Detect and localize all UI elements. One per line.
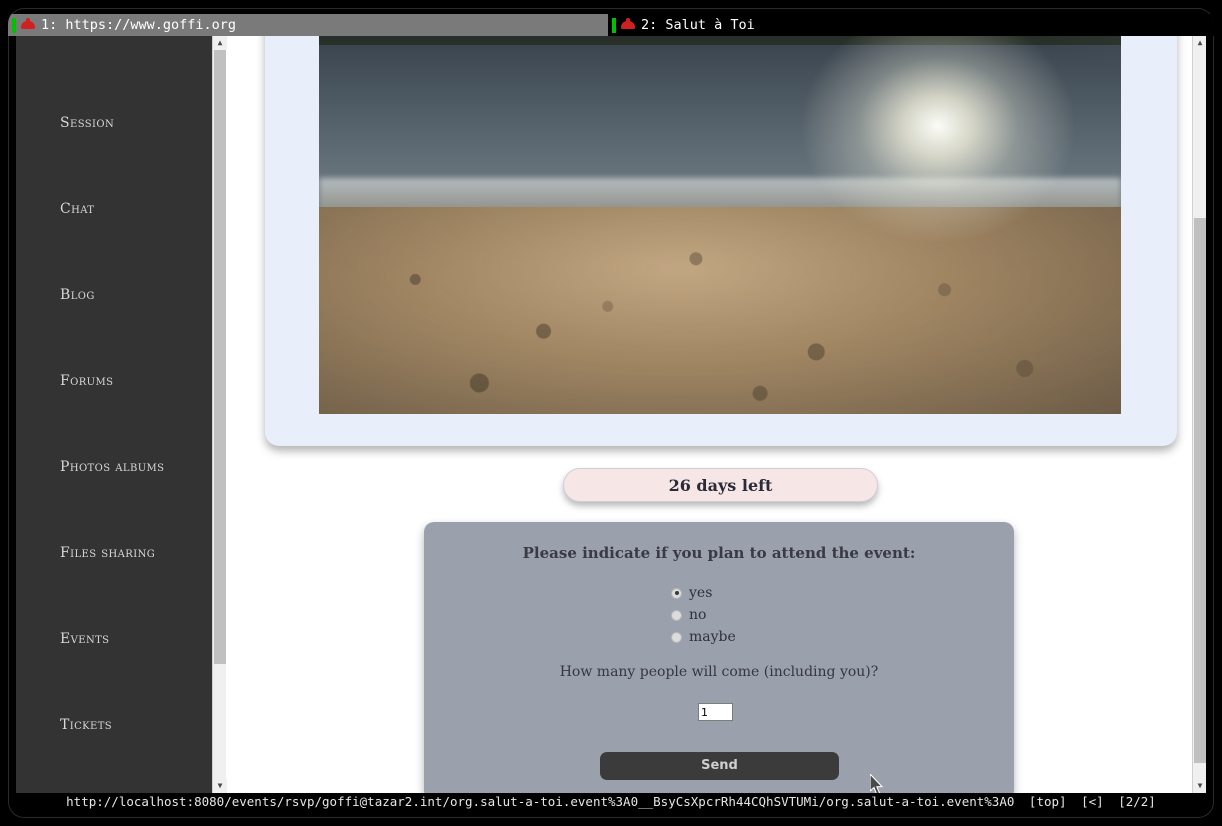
rsvp-option-label: maybe bbox=[689, 629, 736, 645]
sidebar-item-events[interactable]: Events bbox=[60, 631, 109, 647]
sidebar-item-files-sharing[interactable]: Files sharing bbox=[60, 545, 155, 561]
guest-count-input[interactable] bbox=[698, 703, 733, 721]
rsvp-option-no[interactable]: no bbox=[671, 604, 736, 626]
days-left-badge: 26 days left bbox=[563, 468, 878, 502]
scroll-up-icon[interactable]: ▲ bbox=[1193, 36, 1206, 50]
tab-goffi-org[interactable]: 1: https://www.goffi.org bbox=[8, 14, 608, 36]
rsvp-form-panel: Please indicate if you plan to attend th… bbox=[424, 522, 1014, 793]
rsvp-title: Please indicate if you plan to attend th… bbox=[522, 544, 916, 562]
radio-maybe-icon[interactable] bbox=[671, 631, 682, 643]
event-photo-card bbox=[265, 36, 1177, 446]
radio-yes-icon[interactable] bbox=[671, 587, 682, 599]
status-back-indicator: [<] bbox=[1081, 794, 1104, 809]
status-bar: http://localhost:8080/events/rsvp/goffi@… bbox=[16, 793, 1206, 811]
rsvp-guest-count-question: How many people will come (including you… bbox=[559, 664, 879, 680]
rsvp-option-group: yes no maybe bbox=[671, 582, 736, 648]
sidebar-item-session[interactable]: Session bbox=[60, 115, 114, 131]
scroll-down-icon[interactable]: ▼ bbox=[213, 779, 227, 793]
tab-salut-a-toi[interactable]: 2: Salut à Toi bbox=[608, 14, 1214, 36]
hat-icon bbox=[21, 18, 35, 32]
rsvp-option-label: no bbox=[689, 607, 707, 623]
sidebar-item-blog[interactable]: Blog bbox=[60, 287, 95, 303]
status-position: [top] bbox=[1028, 794, 1067, 809]
hat-icon bbox=[621, 18, 635, 32]
scroll-down-icon[interactable]: ▼ bbox=[1193, 779, 1206, 793]
sidebar-scrollbar[interactable]: ▲ ▼ bbox=[212, 36, 227, 793]
rsvp-option-yes[interactable]: yes bbox=[671, 582, 736, 604]
event-photo bbox=[319, 36, 1121, 414]
tab-bar: 1: https://www.goffi.org 2: Salut à Toi bbox=[8, 14, 1214, 36]
sidebar-menu: Session Chat Blog Forums Photos albums F… bbox=[16, 36, 212, 793]
sidebar-item-forums[interactable]: Forums bbox=[60, 373, 113, 389]
tab-label: 2: Salut à Toi bbox=[641, 17, 755, 33]
tab-marker-icon bbox=[612, 17, 616, 33]
status-tab-counter: [2/2] bbox=[1118, 794, 1156, 809]
tab-label: 1: https://www.goffi.org bbox=[41, 17, 237, 33]
page-content: 26 days left Please indicate if you plan… bbox=[227, 36, 1192, 793]
rsvp-option-maybe[interactable]: maybe bbox=[671, 626, 736, 648]
sidebar-item-chat[interactable]: Chat bbox=[60, 201, 94, 217]
sidebar-scrollbar-thumb[interactable] bbox=[214, 50, 226, 664]
page-scrollbar[interactable]: ▲ ▼ bbox=[1192, 36, 1206, 793]
browser-viewport: Session Chat Blog Forums Photos albums F… bbox=[16, 36, 1206, 793]
tab-marker-icon bbox=[12, 17, 16, 33]
rsvp-option-label: yes bbox=[689, 585, 713, 601]
terminal-window: 1: https://www.goffi.org 2: Salut à Toi … bbox=[0, 0, 1222, 826]
sidebar-item-photos-albums[interactable]: Photos albums bbox=[60, 459, 164, 475]
sidebar-item-tickets[interactable]: Tickets bbox=[60, 717, 112, 733]
photo-sun-glare bbox=[802, 36, 1073, 241]
scroll-up-icon[interactable]: ▲ bbox=[213, 36, 227, 50]
terminal-window-inner: 1: https://www.goffi.org 2: Salut à Toi … bbox=[8, 8, 1214, 818]
page-scrollbar-thumb[interactable] bbox=[1194, 218, 1206, 763]
status-url: http://localhost:8080/events/rsvp/goffi@… bbox=[66, 794, 1015, 809]
radio-no-icon[interactable] bbox=[671, 609, 682, 621]
send-button[interactable]: Send bbox=[600, 752, 839, 780]
